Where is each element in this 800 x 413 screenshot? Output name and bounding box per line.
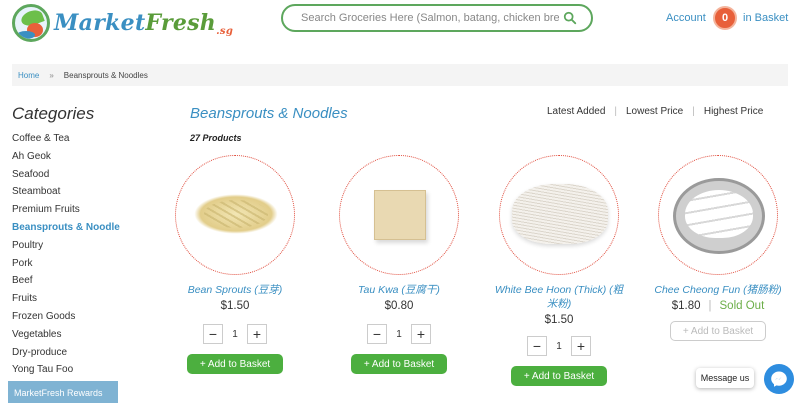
product-card: Tau Kwa (豆腐干) $0.80 − 1 + + Add to Baske…	[324, 155, 474, 374]
sort-highest-link[interactable]: Highest Price	[704, 106, 763, 117]
category-item[interactable]: Pork	[12, 255, 172, 273]
category-item[interactable]: Seafood	[12, 166, 172, 184]
product-price: $1.50	[544, 314, 574, 326]
product-card: White Bee Hoon (Thick) (粗米粉) $1.50 − 1 +…	[484, 155, 634, 386]
quantity-stepper: − 1 +	[324, 324, 474, 344]
qty-value[interactable]: 1	[547, 336, 571, 356]
product-card: Bean Sprouts (豆芽) $1.50 − 1 + + Add to B…	[160, 155, 310, 374]
quantity-stepper: − 1 +	[484, 336, 634, 356]
sort-divider: |	[614, 106, 617, 117]
product-image[interactable]	[339, 155, 459, 275]
rewards-bar[interactable]: MarketFresh Rewards	[8, 381, 118, 403]
category-item[interactable]: Ah Geok	[12, 148, 172, 166]
sort-divider: |	[692, 106, 695, 117]
category-item[interactable]: Beef	[12, 272, 172, 290]
category-item[interactable]: Poultry	[12, 237, 172, 255]
logo-emblem-icon	[12, 4, 50, 42]
category-item[interactable]: Frozen Goods	[12, 308, 172, 326]
sort-latest-link[interactable]: Latest Added	[547, 106, 605, 117]
product-price-row: $1.80 | Sold Out	[643, 300, 793, 312]
category-list: Coffee & Tea Ah Geok Seafood Steamboat P…	[12, 130, 172, 379]
category-sidebar: Categories Coffee & Tea Ah Geok Seafood …	[12, 104, 172, 379]
add-to-basket-button-disabled: + Add to Basket	[670, 321, 766, 341]
category-item-active[interactable]: Beansprouts & Noodle	[12, 219, 172, 237]
qty-minus-button[interactable]: −	[367, 324, 387, 344]
product-name[interactable]: White Bee Hoon (Thick) (粗米粉)	[484, 283, 634, 311]
header: MarketFresh.sg Account 0 in Basket	[0, 0, 800, 48]
category-item[interactable]: Premium Fruits	[12, 201, 172, 219]
product-price: $1.50	[220, 300, 250, 312]
search-bar	[281, 4, 593, 32]
qty-value[interactable]: 1	[387, 324, 411, 344]
sold-out-label: Sold Out	[719, 300, 765, 312]
product-image[interactable]	[658, 155, 778, 275]
breadcrumb-current: Beansprouts & Noodles	[63, 70, 148, 80]
message-us-tooltip[interactable]: Message us	[696, 368, 754, 388]
breadcrumb-home-link[interactable]: Home	[18, 71, 39, 80]
product-price-row: $1.50	[160, 300, 310, 312]
product-price-row: $1.50	[484, 314, 634, 326]
basket-link[interactable]: in Basket	[743, 12, 788, 24]
add-to-basket-button[interactable]: + Add to Basket	[511, 366, 607, 386]
category-item[interactable]: Vegetables	[12, 326, 172, 344]
quantity-stepper: − 1 +	[160, 324, 310, 344]
account-link[interactable]: Account	[666, 12, 706, 24]
search-icon[interactable]	[563, 11, 577, 25]
product-name[interactable]: Chee Cheong Fun (猪肠粉)	[643, 283, 793, 297]
qty-value[interactable]: 1	[223, 324, 247, 344]
product-price: $0.80	[384, 300, 414, 312]
product-count: 27 Products	[190, 133, 242, 143]
messenger-chat-icon[interactable]	[764, 364, 794, 394]
category-item[interactable]: Coffee & Tea	[12, 130, 172, 148]
category-item[interactable]: Steamboat	[12, 183, 172, 201]
qty-plus-button[interactable]: +	[571, 336, 591, 356]
product-name[interactable]: Tau Kwa (豆腐干)	[324, 283, 474, 297]
logo-wordmark: MarketFresh.sg	[54, 9, 234, 37]
qty-plus-button[interactable]: +	[411, 324, 431, 344]
product-image[interactable]	[175, 155, 295, 275]
breadcrumb-separator: »	[49, 70, 54, 80]
sort-lowest-link[interactable]: Lowest Price	[626, 106, 683, 117]
search-input[interactable]	[301, 12, 559, 24]
breadcrumb: Home » Beansprouts & Noodles	[12, 64, 788, 86]
product-price: $1.80	[671, 300, 701, 312]
site-logo[interactable]: MarketFresh.sg	[12, 4, 233, 42]
sidebar-title: Categories	[12, 104, 95, 123]
qty-minus-button[interactable]: −	[527, 336, 547, 356]
product-image[interactable]	[499, 155, 619, 275]
product-price-row: $0.80	[324, 300, 474, 312]
qty-plus-button[interactable]: +	[247, 324, 267, 344]
product-card: Chee Cheong Fun (猪肠粉) $1.80 | Sold Out + A…	[643, 155, 793, 341]
page-title: Beansprouts & Noodles	[190, 105, 348, 122]
category-item[interactable]: Fruits	[12, 290, 172, 308]
category-item[interactable]: Dry-produce	[12, 344, 172, 362]
basket-count-badge[interactable]: 0	[713, 6, 737, 30]
add-to-basket-button[interactable]: + Add to Basket	[187, 354, 283, 374]
sort-options: Latest Added | Lowest Price | Highest Pr…	[547, 106, 763, 117]
sold-out-divider: |	[708, 300, 712, 312]
category-item[interactable]: Yong Tau Foo	[12, 361, 172, 379]
add-to-basket-button[interactable]: + Add to Basket	[351, 354, 447, 374]
product-name[interactable]: Bean Sprouts (豆芽)	[160, 283, 310, 297]
qty-minus-button[interactable]: −	[203, 324, 223, 344]
